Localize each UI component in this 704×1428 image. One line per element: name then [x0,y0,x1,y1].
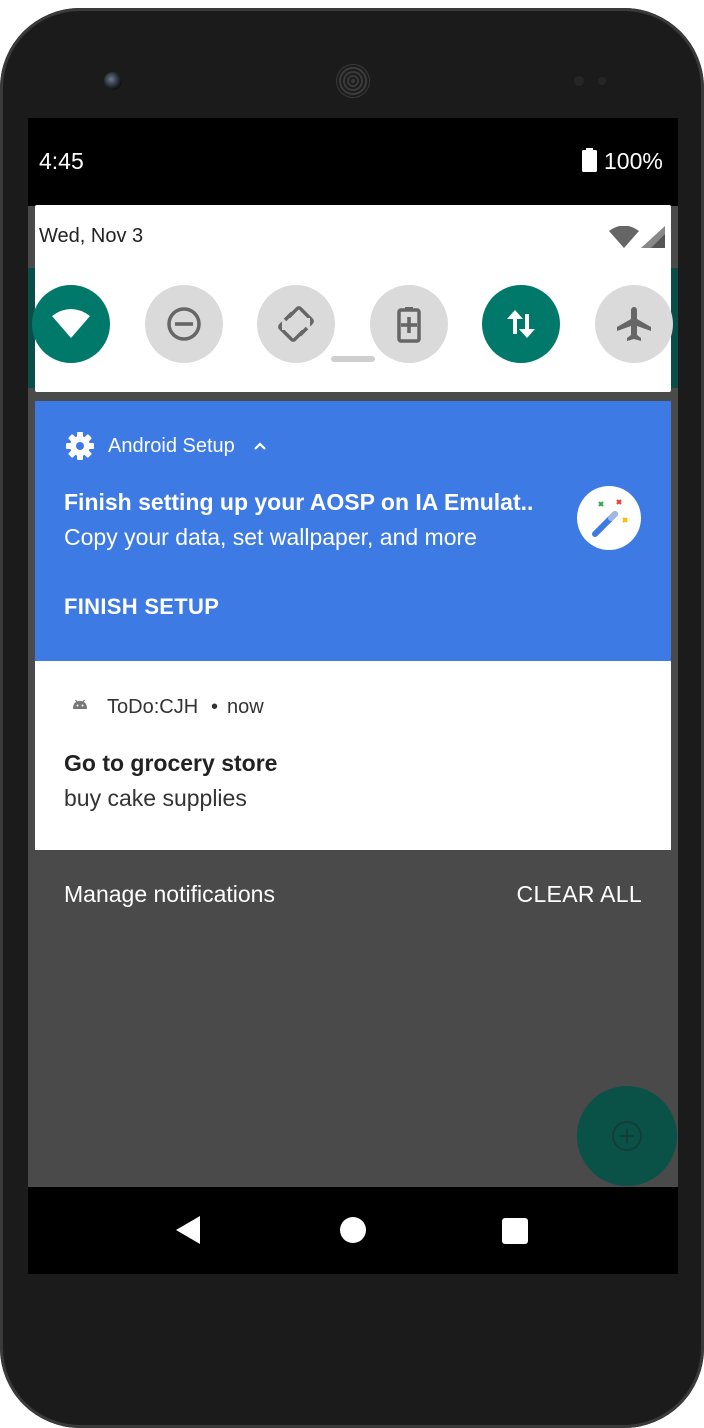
qs-tile-mobile-data[interactable] [482,285,560,363]
notification-todo[interactable]: ToDo:CJH • now Go to grocery store buy c… [35,661,671,850]
cellular-signal-icon [641,226,665,248]
notification-separator: • [211,696,219,718]
airplane-icon [617,307,651,341]
proximity-sensor [574,76,584,86]
status-time: 4:45 [39,148,84,174]
front-camera [104,72,122,90]
notification-app-name: Android Setup [108,435,235,457]
battery-percent: 100% [604,148,663,174]
notification-time: now [227,696,264,718]
setup-badge [577,486,641,550]
back-icon[interactable] [174,1215,202,1245]
notification-android-setup[interactable]: Android Setup Finish setting up your AOS… [35,401,671,661]
qs-tile-wifi[interactable] [32,285,110,363]
notification-title: Go to grocery store [64,750,278,776]
qs-tile-do-not-disturb[interactable] [145,285,223,363]
battery-saver-icon [397,307,421,343]
recents-icon[interactable] [502,1218,528,1244]
add-fab-button[interactable] [577,1086,677,1186]
battery-full-icon [582,148,597,172]
android-icon [73,699,87,709]
data-transfer-icon [507,310,535,338]
magic-wand-icon [592,499,628,537]
clear-all-button[interactable]: CLEAR ALL [517,881,642,908]
qs-drag-handle[interactable] [331,356,375,362]
auto-rotate-icon [278,306,314,342]
screen: 4:45 100% Wed, Nov 3 Android Setup Finis… [28,118,678,1274]
navigation-bar [28,1187,678,1274]
qs-tile-battery-saver[interactable] [370,285,448,363]
wifi-icon [52,309,90,338]
home-icon[interactable] [340,1217,366,1243]
finish-setup-button[interactable]: FINISH SETUP [64,594,219,620]
notification-title: Finish setting up your AOSP on IA Emulat… [64,489,534,515]
notification-text: buy cake supplies [64,785,247,811]
chevron-up-icon[interactable] [253,439,267,453]
quick-settings-panel: Wed, Nov 3 [32,205,673,392]
qs-tile-airplane-mode[interactable] [595,285,673,363]
notification-app-name: ToDo:CJH [107,696,199,718]
wifi-icon [609,226,639,248]
qs-tile-auto-rotate[interactable] [257,285,335,363]
status-bar: 4:45 100% [28,118,678,206]
qs-date[interactable]: Wed, Nov 3 [39,225,143,248]
gear-icon [66,432,94,460]
light-sensor [598,77,606,85]
earpiece-speaker [336,64,370,98]
do-not-disturb-icon [167,307,201,341]
add-circle-icon [612,1121,642,1151]
phone-frame: 4:45 100% Wed, Nov 3 Android Setup Finis… [0,8,704,1428]
manage-notifications-button[interactable]: Manage notifications [64,881,275,908]
notification-text: Copy your data, set wallpaper, and more [64,524,477,550]
